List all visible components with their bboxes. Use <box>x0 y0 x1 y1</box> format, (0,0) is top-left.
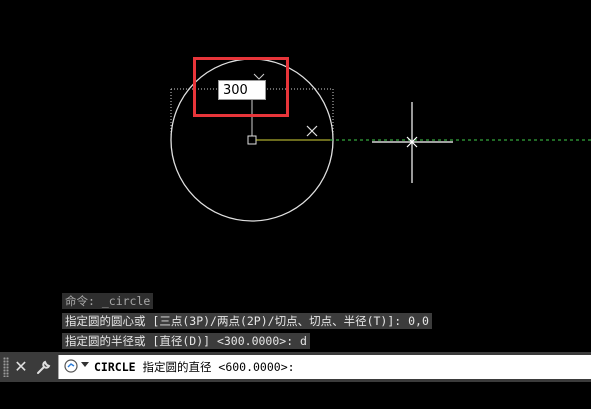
command-name: CIRCLE <box>94 360 136 374</box>
command-input[interactable]: CIRCLE 指定圆的直径 <600.0000>: <box>58 355 591 379</box>
command-prompt: 指定圆的直径 <600.0000>: <box>135 360 295 374</box>
center-snap-marker <box>247 135 257 145</box>
highlight-annotation <box>193 57 289 117</box>
history-line-3: 指定圆的半径或 [直径(D)] <300.0000>: d <box>62 333 310 349</box>
close-icon[interactable]: ✕ <box>12 356 30 378</box>
grip-handle-icon[interactable] <box>3 357 9 377</box>
chevron-down-icon[interactable] <box>81 362 89 367</box>
status-area <box>0 382 591 409</box>
crosshair-cursor-icon <box>372 102 453 183</box>
command-prompt-text: CIRCLE 指定圆的直径 <600.0000>: <box>94 359 295 375</box>
recent-commands-icon[interactable] <box>63 358 79 374</box>
tracking-point-icon <box>306 125 318 137</box>
history-line-2: 指定圆的圆心或 [三点(3P)/两点(2P)/切点、切点、半径(T)]: 0,0 <box>62 313 432 329</box>
history-line-1: 命令: _circle <box>62 293 154 309</box>
customize-wrench-icon[interactable] <box>35 356 53 378</box>
